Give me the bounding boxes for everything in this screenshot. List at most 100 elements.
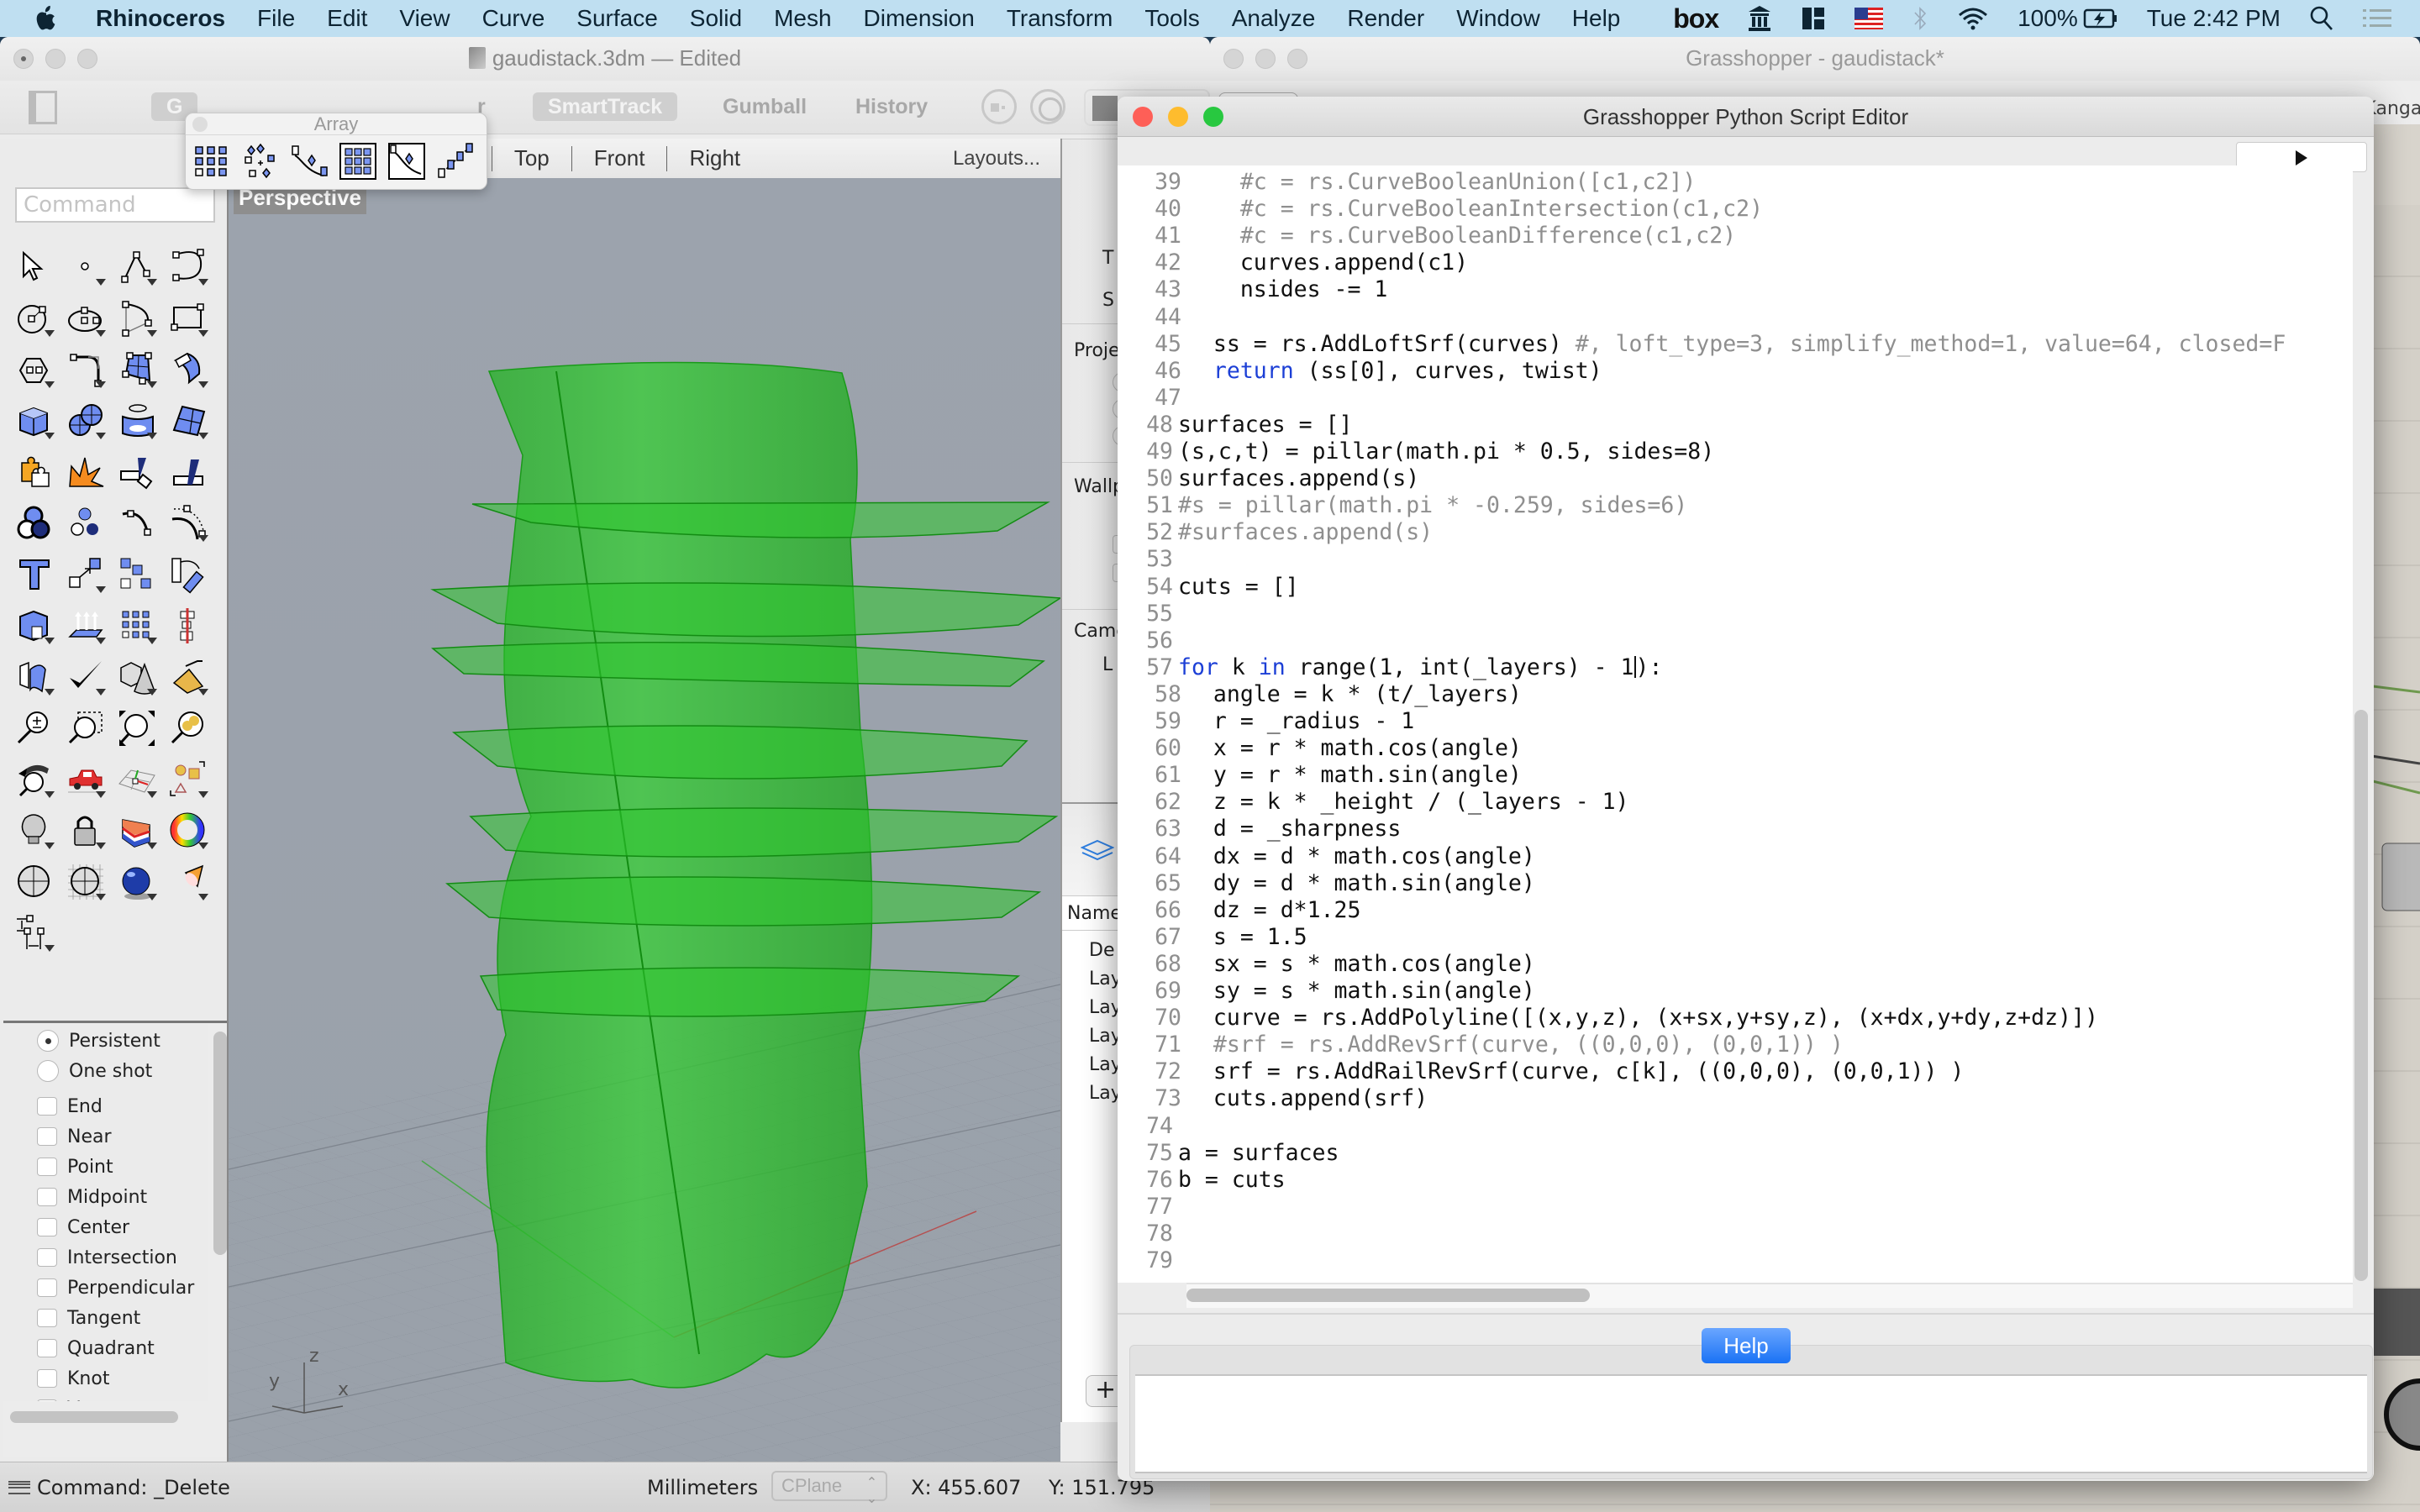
code-line[interactable]: 60 x = r * math.cos(angle) <box>1118 735 1522 762</box>
align-tool[interactable] <box>162 600 213 651</box>
notification-center-icon[interactable] <box>2363 8 2391 29</box>
code-line[interactable]: 74 <box>1118 1113 1178 1140</box>
polyline-tool[interactable] <box>111 241 162 292</box>
checkbox[interactable] <box>37 1158 57 1176</box>
surface-network-tool[interactable] <box>162 395 213 446</box>
code-line[interactable]: 45 ss = rs.AddLoftSrf(curves) #, loft_ty… <box>1118 331 2286 358</box>
zoom-extents-tool[interactable] <box>111 702 162 753</box>
array-linear-icon[interactable] <box>436 142 475 181</box>
osnap-near[interactable]: Near <box>37 1124 112 1149</box>
menu-surface[interactable]: Surface <box>576 5 658 32</box>
box-tool[interactable] <box>8 395 60 446</box>
checkbox[interactable] <box>37 1188 57 1206</box>
code-line[interactable]: 42 curves.append(c1) <box>1118 249 1468 276</box>
shaded-sphere-tool[interactable] <box>8 856 60 907</box>
explode-tool[interactable] <box>60 446 111 497</box>
dimension-tool[interactable] <box>8 907 60 958</box>
menu-window[interactable]: Window <box>1456 5 1540 32</box>
apple-menu-icon[interactable] <box>34 4 59 33</box>
rectangle-tool[interactable] <box>162 292 213 344</box>
car-tool[interactable] <box>60 753 111 805</box>
checkbox[interactable] <box>37 1339 57 1357</box>
sphere-tool[interactable] <box>60 395 111 446</box>
menu-transform[interactable]: Transform <box>1007 5 1113 32</box>
zoom-window-tool[interactable] <box>60 702 111 753</box>
curve-tool[interactable] <box>162 241 213 292</box>
code-line[interactable]: 64 dx = d * math.cos(angle) <box>1118 843 1535 870</box>
checkbox[interactable] <box>37 1218 57 1236</box>
code-line[interactable]: 50 surfaces.append(s) <box>1118 465 1419 492</box>
menu-mesh[interactable]: Mesh <box>774 5 831 32</box>
menu-file[interactable]: File <box>257 5 295 32</box>
offset-curve-tool[interactable] <box>162 497 213 549</box>
menu-app-name[interactable]: Rhinoceros <box>96 5 225 32</box>
code-line[interactable]: 46 return (ss[0], curves, twist) <box>1118 358 1602 385</box>
trim-tool[interactable] <box>111 446 162 497</box>
osnap-vertex[interactable]: Vertex <box>37 1396 127 1401</box>
solid-edit-tool[interactable] <box>8 600 60 651</box>
menu-dimension[interactable]: Dimension <box>864 5 975 32</box>
help-button[interactable]: Help <box>1702 1328 1791 1363</box>
command-history[interactable]: Command: _Delete <box>37 1476 230 1499</box>
layer-cake-tool[interactable] <box>111 805 162 856</box>
polygon-tool[interactable] <box>8 344 60 395</box>
close-icon[interactable] <box>192 117 208 132</box>
code-line[interactable]: 76 b = cuts <box>1118 1167 1286 1194</box>
layout-app-icon[interactable] <box>1801 6 1826 31</box>
menu-curve[interactable]: Curve <box>482 5 545 32</box>
menu-help[interactable]: Help <box>1572 5 1621 32</box>
cylinder-cut-tool[interactable] <box>111 395 162 446</box>
primitives-tool[interactable] <box>111 651 162 702</box>
checkbox[interactable] <box>37 1309 57 1327</box>
shapes-tool[interactable] <box>162 753 213 805</box>
code-line[interactable]: 65 dy = d * math.sin(angle) <box>1118 870 1535 897</box>
code-line[interactable]: 77 <box>1118 1194 1178 1221</box>
fillet-tool[interactable] <box>60 344 111 395</box>
join-tool[interactable] <box>8 446 60 497</box>
color-wheel-tool[interactable] <box>162 805 213 856</box>
osnap-vertical-scrollbar[interactable] <box>213 1032 227 1255</box>
surface-extrude-tool[interactable] <box>162 344 213 395</box>
units-label[interactable]: Millimeters <box>647 1476 758 1499</box>
text-tool[interactable] <box>8 549 60 600</box>
checkbox[interactable] <box>37 1399 57 1401</box>
circle-tool[interactable] <box>8 292 60 344</box>
rotate-view-tool[interactable] <box>8 753 60 805</box>
menu-render[interactable]: Render <box>1347 5 1424 32</box>
code-line[interactable]: 43 nsides -= 1 <box>1118 276 1387 303</box>
osnap-mode-persistent[interactable]: Persistent <box>37 1028 160 1053</box>
code-line[interactable]: 79 <box>1118 1247 1178 1274</box>
menu-solid[interactable]: Solid <box>690 5 742 32</box>
battery-charging-icon[interactable] <box>2083 8 2118 29</box>
layer-row[interactable]: Lay <box>1089 969 1122 990</box>
code-line[interactable]: 52 #surfaces.append(s) <box>1118 519 1433 546</box>
code-vertical-scrollbar[interactable] <box>2354 710 2368 1281</box>
zoom-selected-tool[interactable] <box>162 702 213 753</box>
code-line[interactable]: 59 r = _radius - 1 <box>1118 708 1414 735</box>
menu-edit[interactable]: Edit <box>327 5 367 32</box>
osnap-perpendicular[interactable]: Perpendicular <box>37 1275 194 1300</box>
code-line[interactable]: 62 z = k * _height / (_layers - 1) <box>1118 789 1628 816</box>
group-tool[interactable] <box>60 497 111 549</box>
extrude-tool[interactable] <box>60 600 111 651</box>
check-tool[interactable] <box>60 651 111 702</box>
radio-button[interactable] <box>37 1060 59 1082</box>
code-line[interactable]: 67 s = 1.5 <box>1118 924 1307 951</box>
clock[interactable]: Tue 2:42 PM <box>2147 5 2281 32</box>
osnap-end[interactable]: End <box>37 1094 103 1119</box>
spotlight-search-icon[interactable] <box>2309 5 2334 32</box>
code-line[interactable]: 48 surfaces = [] <box>1118 412 1352 438</box>
code-line[interactable]: 40 #c = rs.CurveBooleanIntersection(c1,c… <box>1118 196 1763 223</box>
osnap-intersection[interactable]: Intersection <box>37 1245 177 1270</box>
code-line[interactable]: 57 for k in range(1, int(_layers) - 1): <box>1118 654 1662 681</box>
ellipse-tool[interactable] <box>60 292 111 344</box>
move-tool[interactable] <box>60 549 111 600</box>
command-input[interactable]: Command <box>15 187 215 223</box>
code-line[interactable]: 39 #c = rs.CurveBooleanUnion([c1,c2]) <box>1118 169 1696 196</box>
arc-tool[interactable] <box>111 292 162 344</box>
gh-dial[interactable] <box>2384 1378 2420 1451</box>
code-line[interactable]: 63 d = _sharpness <box>1118 816 1401 843</box>
boolean-union-tool[interactable] <box>8 497 60 549</box>
code-line[interactable]: 71 #srf = rs.AddRevSrf(curve, ((0,0,0), … <box>1118 1032 1844 1058</box>
array-curve-icon[interactable] <box>290 142 329 181</box>
